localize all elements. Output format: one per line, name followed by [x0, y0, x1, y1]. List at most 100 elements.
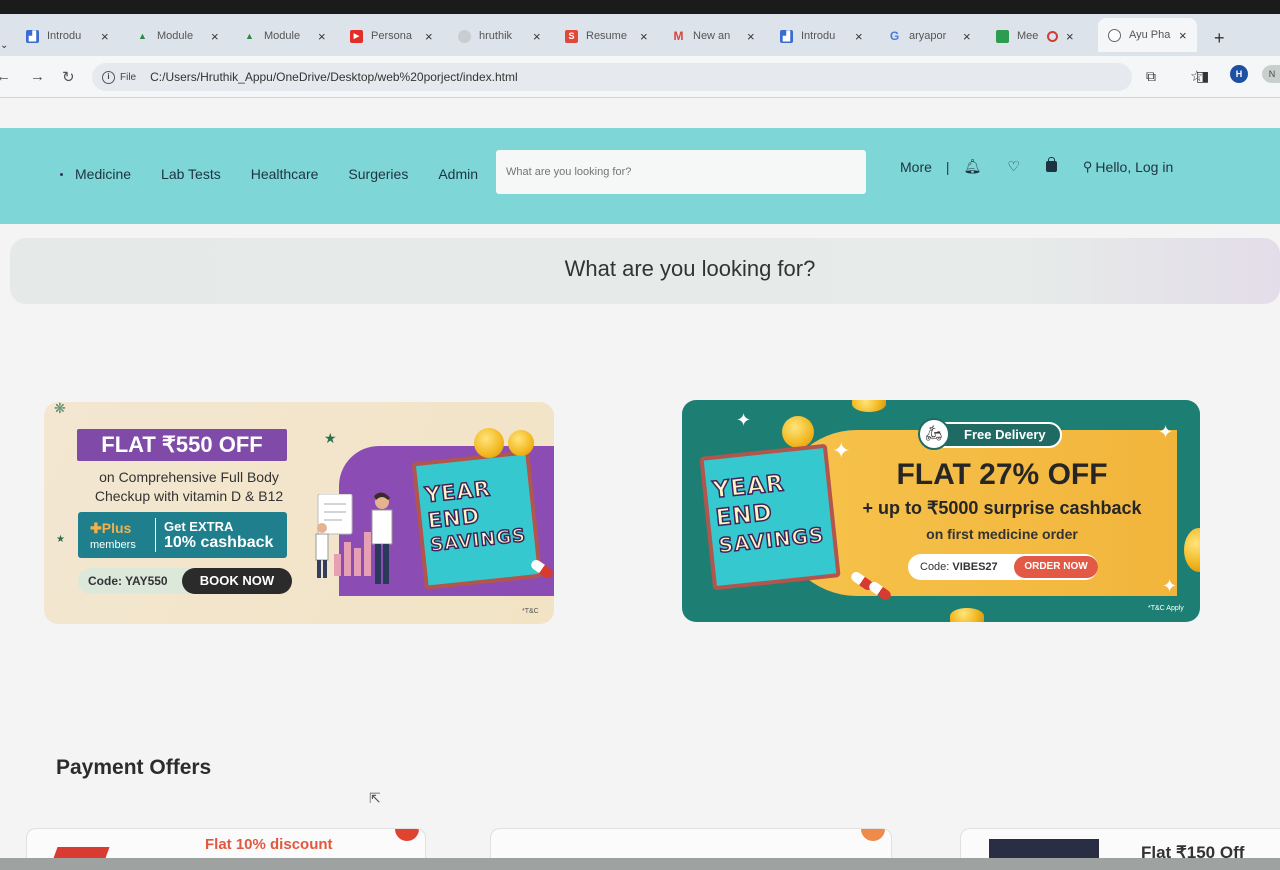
forward-arrow-icon[interactable]: →	[30, 68, 45, 85]
browser-tab[interactable]: ▶ Persona ×	[350, 24, 433, 48]
gmail-icon: M	[673, 28, 684, 43]
tab-label: hruthik	[479, 30, 513, 42]
looking-for-banner: What are you looking for?	[10, 238, 1280, 304]
coin-icon	[1184, 528, 1200, 572]
coin-icon	[782, 416, 814, 448]
cashback-text: + up to ₹5000 surprise cashback	[862, 498, 1142, 518]
browser-tab[interactable]: Mee ×	[996, 24, 1074, 48]
payment-offer-card[interactable]: Flat ₹150 Off	[960, 828, 1280, 858]
divider	[155, 518, 156, 552]
book-now-button[interactable]: BOOK NOW	[182, 568, 292, 594]
extensions-icon[interactable]: ⧉	[1146, 68, 1156, 85]
tab-label: aryapor	[909, 30, 947, 42]
browser-tab[interactable]: ▲ Module ×	[243, 24, 326, 48]
browser-tab[interactable]: M New an ×	[672, 24, 755, 48]
coin-icon	[852, 400, 886, 412]
leaf-decoration-icon: ❋	[54, 402, 66, 416]
nav-admin[interactable]: Admin	[438, 166, 478, 182]
address-bar[interactable]: i File C:/Users/Hruthik_Appu/OneDrive/De…	[92, 63, 1203, 91]
members-label: members	[90, 539, 136, 551]
tab-close-icon[interactable]: ×	[425, 29, 433, 44]
terms-label: *T&C	[522, 608, 539, 615]
browser-tab[interactable]: G aryapor ×	[888, 24, 971, 48]
recording-icon	[1047, 30, 1058, 42]
browser-tab[interactable]: ▟ Introdu ×	[26, 24, 109, 48]
main-nav: Medicine Lab Tests Healthcare Surgeries …	[60, 166, 508, 182]
nav-medicine[interactable]: Medicine	[75, 166, 131, 182]
profile-avatar[interactable]: H	[1230, 65, 1248, 83]
nav-dot	[60, 172, 63, 176]
new-tab-button[interactable]: +	[1214, 28, 1225, 49]
lab-test-offer-banner[interactable]: ❋ ★ ★ FLAT ₹550 OFF on Comprehensive Ful…	[44, 402, 554, 624]
tab-close-icon[interactable]: ×	[963, 29, 971, 44]
browser-tab-active[interactable]: Ayu Pha ×	[1098, 18, 1197, 52]
order-now-button[interactable]: ORDER NOW	[1014, 556, 1098, 578]
get-extra-label: Get EXTRA	[164, 519, 234, 534]
more-menu[interactable]: More	[900, 159, 932, 175]
star-decoration-icon: ★	[324, 430, 337, 446]
tab-close-icon[interactable]: ×	[640, 29, 648, 44]
heart-icon[interactable]: ♡	[1007, 158, 1020, 175]
youtube-icon: ▶	[350, 29, 363, 43]
tab-label: Module	[264, 30, 301, 42]
side-panel-icon[interactable]: ◨	[1196, 68, 1209, 85]
url-text[interactable]: C:/Users/Hruthik_Appu/OneDrive/Desktop/w…	[150, 70, 518, 84]
reload-icon[interactable]: ↻	[62, 68, 75, 86]
info-icon: i	[102, 70, 115, 84]
nav-healthcare[interactable]: Healthcare	[251, 166, 319, 182]
tab-close-icon[interactable]: ×	[318, 29, 326, 44]
offer-headline: FLAT 27% OFF	[896, 458, 1108, 491]
browser-tab[interactable]: ▟ Introdu ×	[780, 24, 863, 48]
browser-tab-strip: ⌄ ▟ Introdu × ▲ Module × ▲ Module × ▶ Pe…	[0, 14, 1280, 56]
tab-label: Persona	[371, 30, 412, 42]
coin-icon	[950, 608, 984, 622]
tab-close-icon[interactable]: ×	[1179, 28, 1187, 43]
medicine-offer-banner[interactable]: ✦ ✦ ✦ ✦ YEAR END SAVINGS Free Delivery 🛵…	[682, 400, 1200, 622]
tab-search-chevron-icon[interactable]: ⌄	[0, 40, 8, 51]
header-actions: More | 🔔︎ ♡ ⚲ Hello, Log in	[900, 157, 1173, 175]
payment-offer-card[interactable]	[490, 828, 892, 858]
profile-chip[interactable]: N	[1262, 65, 1280, 83]
tab-label: Resume	[586, 30, 627, 42]
tab-label: Mee	[1017, 30, 1039, 42]
tab-close-icon[interactable]: ×	[101, 29, 109, 44]
year-end-savings-calendar: YEAR END SAVINGS	[699, 443, 841, 591]
mouse-cursor-icon: ⇱	[369, 790, 381, 806]
tab-close-icon[interactable]: ×	[533, 29, 541, 44]
screen-bezel	[0, 858, 1280, 870]
user-icon: ⚲	[1082, 158, 1093, 174]
tab-label: Introdu	[801, 30, 836, 42]
leaf-icon	[861, 829, 885, 841]
tab-close-icon[interactable]: ×	[1066, 29, 1074, 44]
plus-members-box: ✚Plus members Get EXTRA 10% cashback	[78, 512, 287, 558]
tab-favicon-icon: ▟	[780, 29, 793, 43]
coin-icon	[508, 430, 534, 456]
nav-lab-tests[interactable]: Lab Tests	[161, 166, 221, 182]
looking-for-title: What are you looking for?	[564, 256, 816, 281]
tab-label: New an	[693, 30, 731, 42]
ribbon-icon	[52, 847, 110, 858]
payment-offer-card[interactable]: Flat 10% discount	[26, 828, 426, 858]
browser-tab[interactable]: ▲ Module ×	[136, 24, 219, 48]
web-page: Medicine Lab Tests Healthcare Surgeries …	[0, 98, 1280, 870]
tab-label: Introdu	[47, 30, 82, 42]
tab-label: Ayu Pha	[1129, 29, 1171, 41]
back-arrow-icon[interactable]: ←	[0, 68, 11, 85]
bank-logo	[989, 839, 1099, 858]
browser-tab[interactable]: S Resume ×	[565, 24, 648, 48]
person-illustration-icon	[371, 492, 393, 584]
browser-toolbar: ← → ↻ i File C:/Users/Hruthik_Appu/OneDr…	[0, 56, 1280, 98]
login-link[interactable]: ⚲ Hello, Log in	[1083, 159, 1173, 175]
nav-surgeries[interactable]: Surgeries	[348, 166, 408, 182]
site-info-chip[interactable]: i File	[102, 70, 136, 84]
search-input[interactable]	[496, 150, 866, 194]
tab-close-icon[interactable]: ×	[211, 29, 219, 44]
bell-icon[interactable]: 🔔︎	[964, 158, 982, 175]
drive-icon: ▲	[138, 30, 147, 41]
shopping-bag-icon[interactable]	[1045, 157, 1057, 172]
browser-tab[interactable]: hruthik ×	[458, 24, 541, 48]
code-value: VIBES27	[952, 561, 998, 573]
tab-close-icon[interactable]: ×	[747, 29, 755, 44]
delivery-scooter-icon: 🛵︎	[918, 418, 950, 450]
tab-close-icon[interactable]: ×	[855, 29, 863, 44]
